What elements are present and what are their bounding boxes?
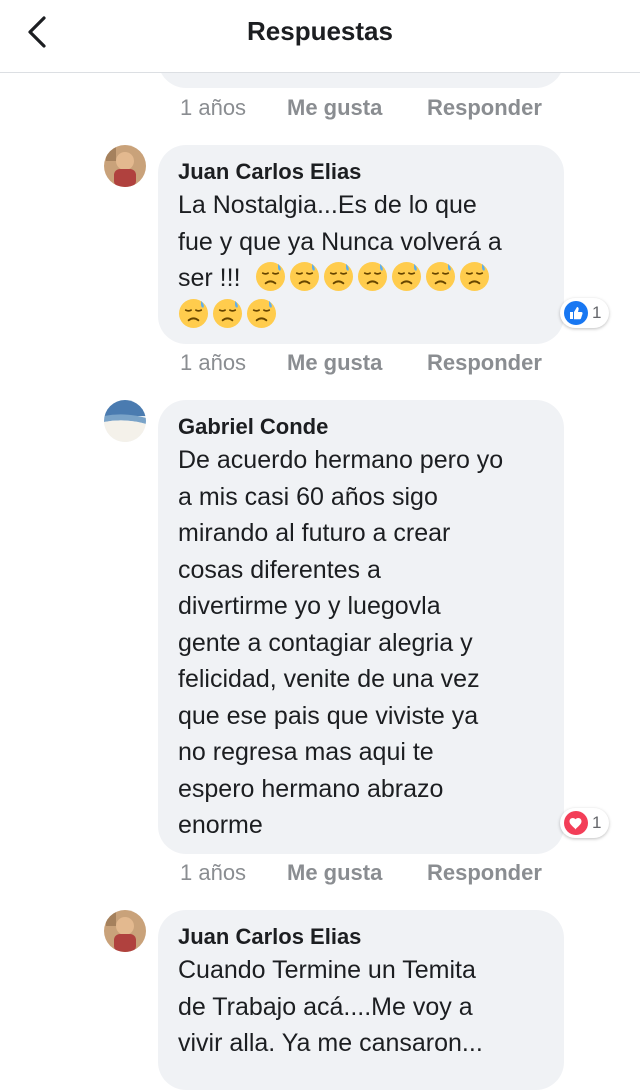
comment-text-line: fue y que ya Nunca volverá a [178, 227, 502, 256]
downcast-face-with-sweat-icon [357, 261, 388, 292]
comment-bubble: Juan Carlos Elias Cuando Termine un Temi… [158, 910, 564, 1090]
avatar[interactable] [104, 145, 146, 187]
like-icon [564, 301, 588, 325]
reply-button[interactable]: Responder [427, 350, 542, 376]
comment-time: 1 años [180, 95, 247, 120]
downcast-face-with-sweat-icon [425, 261, 456, 292]
comment-author[interactable]: Juan Carlos Elias [178, 157, 544, 187]
downcast-face-with-sweat-icon [212, 298, 243, 329]
like-button[interactable]: Me gusta [287, 95, 427, 121]
reaction-count: 1 [592, 813, 602, 832]
comment-time: 1 años [180, 350, 247, 375]
reaction-badge[interactable]: 1 [560, 298, 610, 328]
comment-text-line: ser !!! [178, 260, 544, 297]
comment-text: La Nostalgia...Es de lo que fue y que ya… [178, 187, 544, 333]
comment-author[interactable]: Juan Carlos Elias [178, 922, 544, 952]
reaction-count: 1 [592, 303, 602, 322]
downcast-face-with-sweat-icon [289, 261, 320, 292]
comment-bubble: Juan Carlos Elias La Nostalgia...Es de l… [158, 145, 564, 344]
comment-actions: 1 años Me gusta Responder [180, 95, 542, 121]
downcast-face-with-sweat-icon [246, 298, 277, 329]
avatar[interactable] [104, 400, 146, 442]
emoji-row [178, 298, 280, 329]
comment-author[interactable]: Gabriel Conde [178, 412, 544, 442]
comment-time: 1 años [180, 860, 247, 885]
reaction-badge[interactable]: 1 [560, 808, 610, 838]
comment-text-line [178, 297, 544, 334]
comment-text: Cuando Termine un Temita de Trabajo acá.… [178, 956, 483, 1057]
downcast-face-with-sweat-icon [459, 261, 490, 292]
downcast-face-with-sweat-icon [178, 298, 209, 329]
comment-text-line: La Nostalgia...Es de lo que [178, 191, 477, 219]
downcast-face-with-sweat-icon [255, 261, 286, 292]
reply-button[interactable]: Responder [427, 860, 542, 886]
comment-actions: 1 años Me gusta Responder [180, 350, 542, 376]
comment-bubble: Gabriel Conde De acuerdo hermano pero yo… [158, 400, 564, 854]
downcast-face-with-sweat-icon [323, 261, 354, 292]
emoji-row [255, 261, 493, 292]
comment-text-end: ser !!! [178, 264, 241, 292]
downcast-face-with-sweat-icon [391, 261, 422, 292]
comment-actions: 1 años Me gusta Responder [180, 860, 542, 886]
page-title: Respuestas [247, 16, 393, 46]
comment-text: De acuerdo hermano pero yo a mis casi 60… [178, 446, 504, 839]
like-button[interactable]: Me gusta [287, 860, 427, 886]
reply-button[interactable]: Responder [427, 95, 542, 121]
like-button[interactable]: Me gusta [287, 350, 427, 376]
love-icon [564, 811, 588, 835]
avatar[interactable] [104, 910, 146, 952]
top-bar: Respuestas [0, 0, 640, 73]
